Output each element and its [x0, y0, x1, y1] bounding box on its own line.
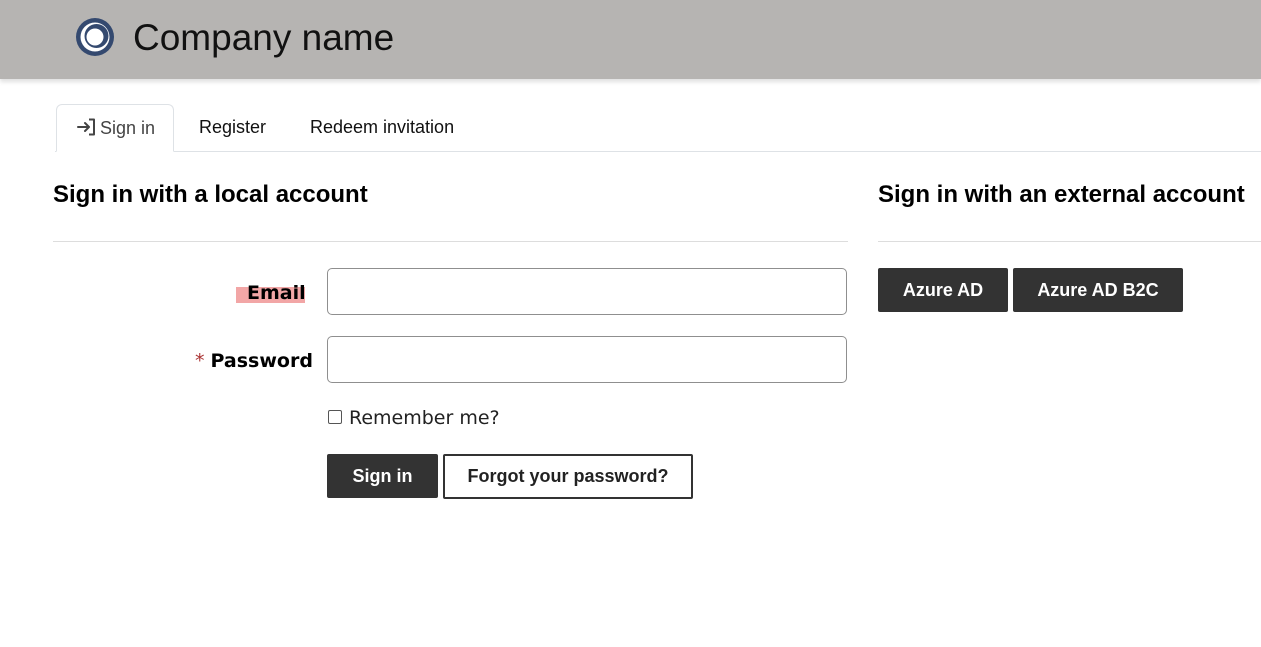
azure-ad-b2c-button[interactable]: Azure AD B2C [1013, 268, 1183, 312]
password-label-text: Password [210, 350, 313, 372]
tab-redeem-invitation[interactable]: Redeem invitation [310, 104, 454, 151]
ring-logo-icon [76, 18, 114, 56]
sign-in-button[interactable]: Sign in [327, 454, 438, 498]
company-name: Company name [133, 17, 395, 58]
tab-sign-in-label: Sign in [100, 118, 156, 138]
local-account-heading: Sign in with a local account [53, 181, 368, 208]
top-header: Company name [0, 0, 1261, 79]
required-star: * [195, 350, 205, 372]
email-field[interactable] [327, 268, 847, 315]
forgot-password-button[interactable]: Forgot your password? [443, 454, 693, 499]
password-label: * Password [195, 349, 313, 373]
external-divider [878, 241, 1261, 242]
remember-me-label[interactable]: Remember me? [349, 406, 500, 430]
remember-me-checkbox[interactable] [328, 410, 342, 424]
external-account-heading: Sign in with an external account [878, 181, 1245, 208]
tab-sign-in[interactable]: Sign in [56, 104, 174, 152]
tabs-divider [55, 151, 1261, 152]
azure-ad-button[interactable]: Azure AD [878, 268, 1008, 312]
sign-in-arrow-icon [77, 118, 95, 136]
tab-register[interactable]: Register [199, 104, 266, 151]
local-divider [53, 241, 848, 242]
email-label: Email [236, 281, 306, 305]
password-field[interactable] [327, 336, 847, 383]
email-label-text: Email [247, 282, 306, 304]
